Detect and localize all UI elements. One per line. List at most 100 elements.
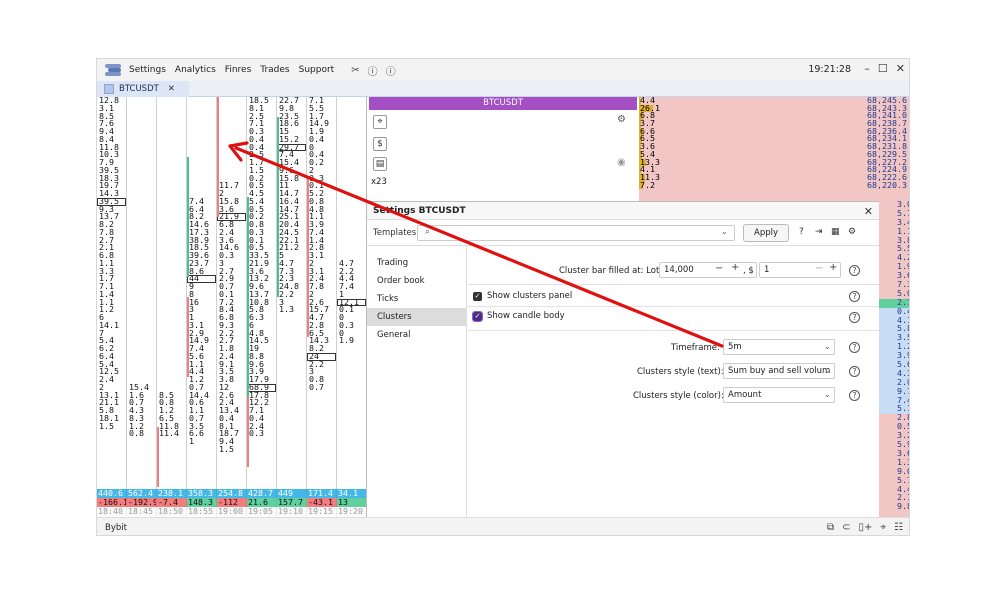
lots-decrement[interactable]: − [715,263,723,274]
cluster-cell [127,206,156,214]
nav-trading[interactable]: Trading [367,254,466,272]
help-icon[interactable]: ? [849,312,860,323]
show-clusters-panel-checkbox[interactable]: ✓ [473,292,482,301]
show-clusters-panel-label: Show clusters panel [487,291,573,301]
cluster-cell [157,128,186,136]
show-candle-body-checkbox[interactable]: ✓ [472,311,483,322]
gear-icon[interactable]: ⚙ [617,114,626,125]
chevron-down-icon[interactable]: ⌄ [721,227,728,236]
help-icon[interactable]: ? [849,390,860,401]
cluster-cell [217,128,246,136]
cluster-column[interactable]: 12.8 3.1 8.5 7.6 9.4 8.4 11.8 10.3 7.9 39.5 18.3 19… [97,97,127,489]
menu-finres[interactable]: Finres [225,65,251,75]
cluster-column[interactable]: 7.1 5.5 1.7 14.9 1.9 0.4 0 0.4 0.2 2 0.3 0.1 5.2 0.8 4… [307,97,337,489]
clusters-style-text-value: Sum buy and sell volum [728,366,831,376]
cluster-cell [157,136,186,144]
cluster-cell [337,237,366,245]
cluster-grid[interactable]: 12.8 3.1 8.5 7.6 9.4 8.4 11.8 10.3 7.9 39.5 18.3 19… [97,97,367,517]
apply-button[interactable]: Apply [743,224,789,242]
cluster-cell [157,299,186,307]
crosshair-icon[interactable]: ⌖ [880,522,886,533]
cluster-cell [337,120,366,128]
export-icon[interactable]: ⇥ [815,227,823,237]
totals-cell: 19:00 [217,507,247,516]
cluster-cell: 1.9 [339,335,354,346]
close-window-icon[interactable]: ✕ [896,62,905,75]
candle-body [307,177,309,337]
help-icon[interactable]: ? [849,366,860,377]
nav-general[interactable]: General [367,326,466,344]
menu-analytics[interactable]: Analytics [175,65,216,75]
tab-btcusdt[interactable]: BTCUSDT ✕ [97,81,189,97]
cluster-column[interactable]: 7.4 6.4 8.2 14.6 17.3 38.9 18.5 39.6 23.7 8.6 44 9 8… [187,97,217,489]
totals-cell: -7.4 [157,498,187,507]
lots-increment[interactable]: + [731,262,739,273]
dialog-close-icon[interactable]: ✕ [864,205,873,218]
timeframe-value: 5m [728,342,742,352]
cluster-column[interactable]: 4.7 2.2 4.4 7.4 1 12.1 0.1 0 0.3 0 1.9 [337,97,366,489]
clusters-settings: Cluster bar filled at: Lots 14,000 − + ,… [467,246,879,518]
cluster-cell [157,221,186,229]
calculator-icon[interactable]: ▤ [373,157,387,171]
cluster-cell: 0.7 [309,381,324,392]
cluster-cell [217,97,246,105]
pin-off-icon[interactable]: ✂ [351,65,359,76]
cluster-cell [187,113,216,121]
help-icon[interactable]: ? [849,265,860,276]
lots-value: 14,000 [664,265,694,275]
title-bar: Settings Analytics Finres Trades Support… [97,59,909,81]
tab-close-icon[interactable]: ✕ [168,84,175,94]
screenshot-icon[interactable]: ⧉ [827,522,834,533]
gear-icon[interactable]: ⚙ [848,227,856,237]
nav-clusters[interactable]: Clusters [367,308,466,326]
cluster-cell [217,159,246,167]
status-bar: Bybit ⧉ ⊂ ▯+ ⌖ ☷ [97,517,909,535]
maximize-icon[interactable]: ☐ [878,62,888,75]
crosshair-tool-icon[interactable]: ⌖ [373,115,387,129]
cluster-cell [217,144,246,152]
help-circle-icon[interactable]: ⓘ [368,63,378,78]
cluster-column[interactable]: 22.7 9.8 23.5 18.6 15 15.2 29.7 7.4 15.4 9.6 15.8 1… [277,97,307,489]
minimize-icon[interactable]: – [864,62,870,75]
cluster-cell [127,252,156,260]
link-icon[interactable]: ⊂ [842,522,850,533]
help-icon[interactable]: ? [799,227,804,237]
dollar-icon[interactable]: $ [373,137,387,151]
cluster-column[interactable]: 15.4 1.6 0.7 4.3 8.3 1.2 0.8 [127,97,157,489]
menu-trades[interactable]: Trades [260,65,289,75]
cluster-column[interactable]: 11.7 2 15.8 3.6 21.9 6.8 2.4 3.6 14.6 0.3 3 2.7 2.9 0… [217,97,247,489]
dollar-increment[interactable]: + [829,262,837,273]
menu-settings[interactable]: Settings [129,65,166,75]
totals-cell: -166.1 [97,498,127,507]
menu-support[interactable]: Support [299,65,335,75]
cluster-cell [157,306,186,314]
totals-cell: 18:55 [187,507,217,516]
dollar-decrement[interactable]: − [815,263,823,274]
help-icon[interactable]: ? [849,342,860,353]
cluster-column[interactable]: 18.5 8.1 2.5 7.1 0.3 0.4 0.4 2.5 1.7 1.5 0.2 0.5 4.5… [247,97,277,489]
cluster-cell [157,105,186,113]
cluster-cell [157,244,186,252]
totals-cell: 21.6 [247,498,277,507]
info-icon[interactable]: ⓘ [386,63,396,78]
clusters-style-text-select[interactable]: Sum buy and sell volum [723,363,835,379]
cluster-cell [157,144,186,152]
candle-body [247,397,249,467]
templates-select[interactable] [417,225,735,241]
cluster-cell [337,221,366,229]
save-template-icon[interactable]: ▦ [831,227,840,237]
layout-icon[interactable]: ☷ [894,522,903,533]
add-panel-icon[interactable]: ▯+ [859,522,873,533]
eye-icon[interactable]: ◉ [617,157,626,168]
chart-panel[interactable]: BTCUSDT ⌖ $ ▤ x23 ⚙ ◉ 4.4 68,245.6 26.1 68,… [367,96,909,201]
totals-cell: 171.4 [307,489,337,498]
dollar-value: 1 [764,265,770,275]
clusters-style-color-select[interactable]: Amount [723,387,835,403]
tab-label: BTCUSDT [119,84,159,94]
timeframe-select[interactable]: 5m [723,339,835,355]
candle-body [187,157,189,277]
help-icon[interactable]: ? [849,291,860,302]
nav-order-book[interactable]: Order book [367,272,466,290]
nav-ticks[interactable]: Ticks [367,290,466,308]
cluster-column[interactable]: 8.5 0.8 1.2 6.5 11.8 11.4 [157,97,187,489]
